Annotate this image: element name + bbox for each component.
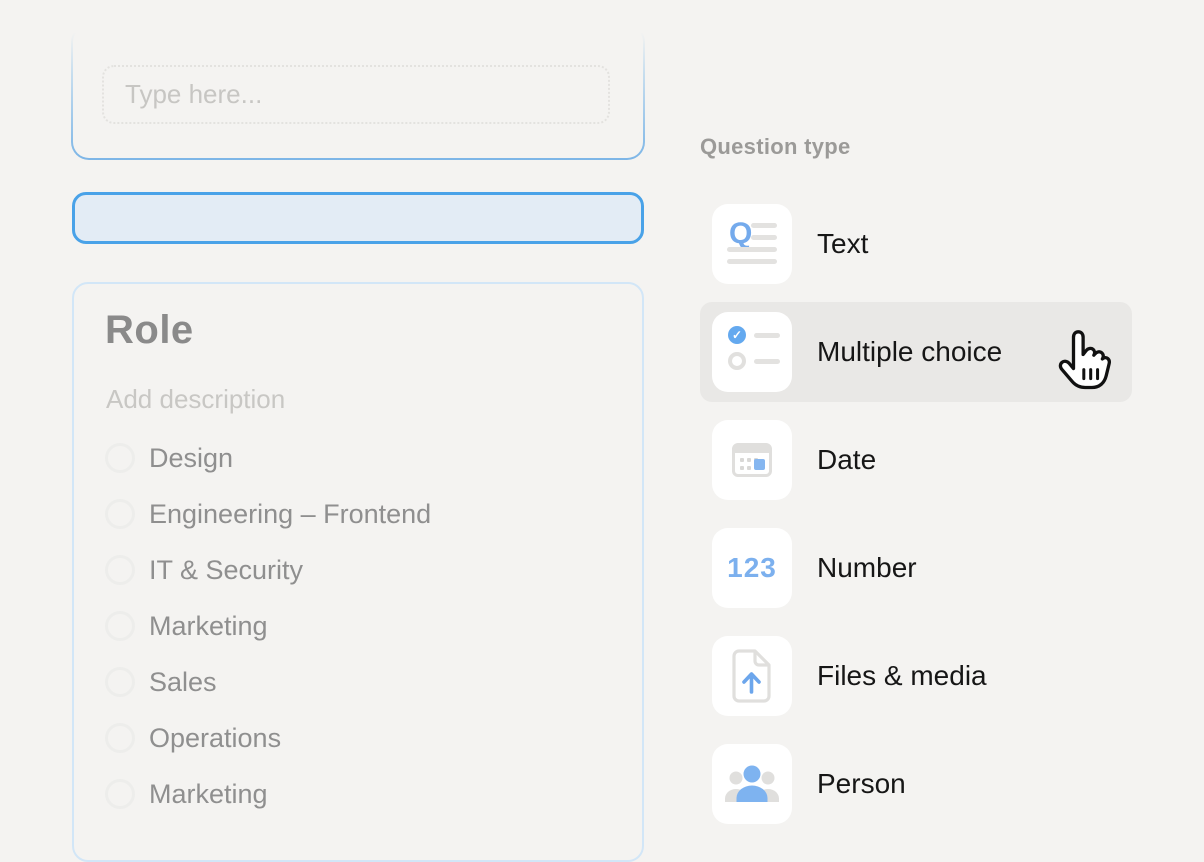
radio-icon[interactable] bbox=[105, 443, 135, 473]
text-question-block[interactable] bbox=[71, 24, 645, 160]
option-row-marketing[interactable]: Marketing bbox=[105, 598, 605, 654]
question-type-item-text[interactable]: Q Text bbox=[700, 194, 1132, 294]
question-type-label: Date bbox=[817, 444, 876, 476]
options-list: Design Engineering – Frontend IT & Secur… bbox=[105, 430, 605, 822]
question-type-item-number[interactable]: 123 Number bbox=[700, 518, 1132, 618]
question-type-item-multiple-choice[interactable]: ✓ Multiple choice bbox=[700, 302, 1132, 402]
question-type-label: Number bbox=[817, 552, 917, 584]
question-type-item-files-media[interactable]: Files & media bbox=[700, 626, 1132, 726]
option-row-design[interactable]: Design bbox=[105, 430, 605, 486]
question-description-placeholder[interactable]: Add description bbox=[106, 384, 285, 415]
radio-icon[interactable] bbox=[105, 499, 135, 529]
option-row-operations[interactable]: Operations bbox=[105, 710, 605, 766]
option-label: Marketing bbox=[149, 611, 268, 642]
question-type-label: Person bbox=[817, 768, 906, 800]
form-builder-canvas: Role Add description Design Engineering … bbox=[0, 0, 1204, 820]
question-type-label: Files & media bbox=[817, 660, 987, 692]
unchecked-radio-icon bbox=[728, 352, 746, 370]
radio-icon[interactable] bbox=[105, 611, 135, 641]
question-type-label: Multiple choice bbox=[817, 336, 1002, 368]
option-label: Marketing bbox=[149, 779, 268, 810]
option-row-it-security[interactable]: IT & Security bbox=[105, 542, 605, 598]
option-label: IT & Security bbox=[149, 555, 303, 586]
question-type-label: Text bbox=[817, 228, 868, 260]
file-upload-icon bbox=[712, 636, 792, 716]
option-label: Sales bbox=[149, 667, 217, 698]
radio-icon[interactable] bbox=[105, 779, 135, 809]
question-title[interactable]: Role bbox=[105, 308, 194, 353]
checked-radio-icon: ✓ bbox=[728, 326, 746, 344]
option-row-marketing-2[interactable]: Marketing bbox=[105, 766, 605, 822]
text-question-block-body bbox=[73, 26, 643, 158]
text-question-icon: Q bbox=[712, 204, 792, 284]
role-question-block[interactable]: Role Add description Design Engineering … bbox=[72, 282, 644, 862]
option-label: Engineering – Frontend bbox=[149, 499, 431, 530]
question-type-item-person[interactable]: Person bbox=[700, 734, 1132, 834]
people-icon bbox=[712, 744, 792, 824]
calendar-icon bbox=[712, 420, 792, 500]
radio-icon[interactable] bbox=[105, 723, 135, 753]
option-row-sales[interactable]: Sales bbox=[105, 654, 605, 710]
option-label: Operations bbox=[149, 723, 281, 754]
question-type-panel-title: Question type bbox=[700, 134, 851, 160]
answer-text-input[interactable] bbox=[102, 65, 610, 124]
radio-icon[interactable] bbox=[105, 555, 135, 585]
q-glyph: Q bbox=[729, 217, 752, 251]
selected-empty-block[interactable] bbox=[72, 192, 644, 244]
multiple-choice-icon: ✓ bbox=[712, 312, 792, 392]
option-row-engineering-frontend[interactable]: Engineering – Frontend bbox=[105, 486, 605, 542]
option-label: Design bbox=[149, 443, 233, 474]
number-icon: 123 bbox=[712, 528, 792, 608]
123-glyph: 123 bbox=[712, 528, 792, 608]
radio-icon[interactable] bbox=[105, 667, 135, 697]
question-type-item-date[interactable]: Date bbox=[700, 410, 1132, 510]
